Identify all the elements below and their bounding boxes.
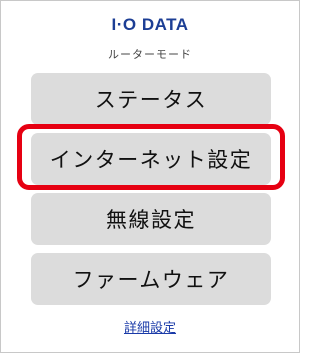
- advanced-settings-container: 詳細設定: [1, 321, 299, 337]
- internet-settings-button[interactable]: インターネット設定: [31, 133, 271, 185]
- advanced-settings-link[interactable]: 詳細設定: [124, 321, 176, 336]
- wireless-settings-button[interactable]: 無線設定: [31, 193, 271, 245]
- router-mode-label: ルーターモード: [108, 48, 192, 61]
- firmware-button[interactable]: ファームウェア: [31, 253, 271, 305]
- status-button[interactable]: ステータス: [31, 73, 271, 125]
- iodata-logo: I·O DATA: [111, 15, 189, 34]
- router-menu-screen: I·O DATA ルーターモード ステータス インターネット設定 無線設定 ファ…: [0, 0, 300, 353]
